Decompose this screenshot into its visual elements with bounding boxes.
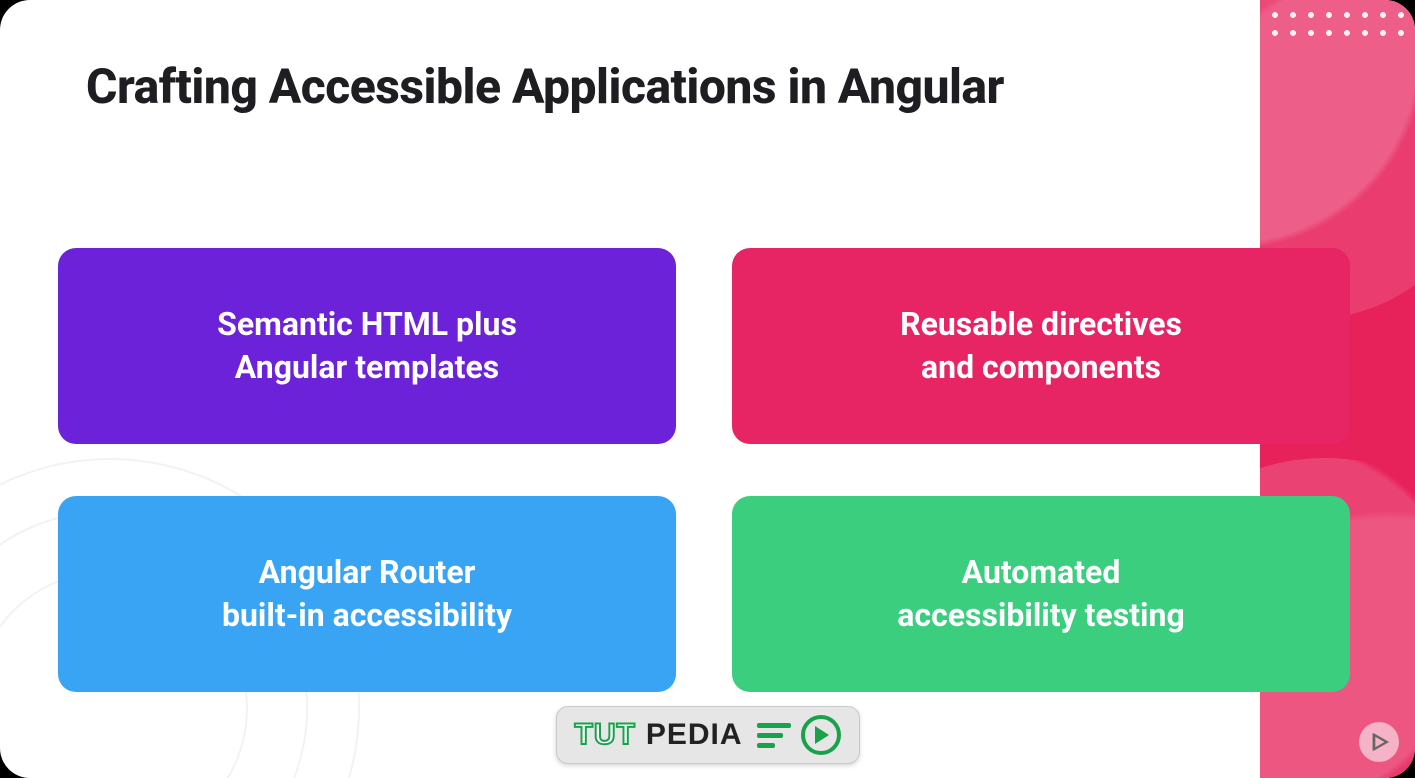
card-label: Angular Router built-in accessibility xyxy=(222,551,512,637)
corner-play-icon[interactable] xyxy=(1359,722,1399,762)
watermark-text-tut: TUT xyxy=(574,718,635,752)
card-semantic-html: Semantic HTML plus Angular templates xyxy=(58,248,676,444)
play-circle-icon xyxy=(801,715,841,755)
slide-title: Crafting Accessible Applications in Angu… xyxy=(86,58,1004,115)
card-reusable-directives: Reusable directives and components xyxy=(732,248,1350,444)
card-grid: Semantic HTML plus Angular templates Reu… xyxy=(58,248,1350,692)
card-automated-testing: Automated accessibility testing xyxy=(732,496,1350,692)
watermark-text-pedia: PEDIA xyxy=(646,718,743,752)
card-label: Automated accessibility testing xyxy=(897,551,1184,637)
card-angular-router: Angular Router built-in accessibility xyxy=(58,496,676,692)
watermark-badge: TUT PEDIA xyxy=(555,706,859,764)
decorative-dots xyxy=(1260,0,1415,40)
slide: Crafting Accessible Applications in Angu… xyxy=(0,0,1415,778)
card-label: Reusable directives and components xyxy=(900,303,1182,389)
speed-lines-icon xyxy=(757,723,791,748)
card-label: Semantic HTML plus Angular templates xyxy=(217,303,517,389)
